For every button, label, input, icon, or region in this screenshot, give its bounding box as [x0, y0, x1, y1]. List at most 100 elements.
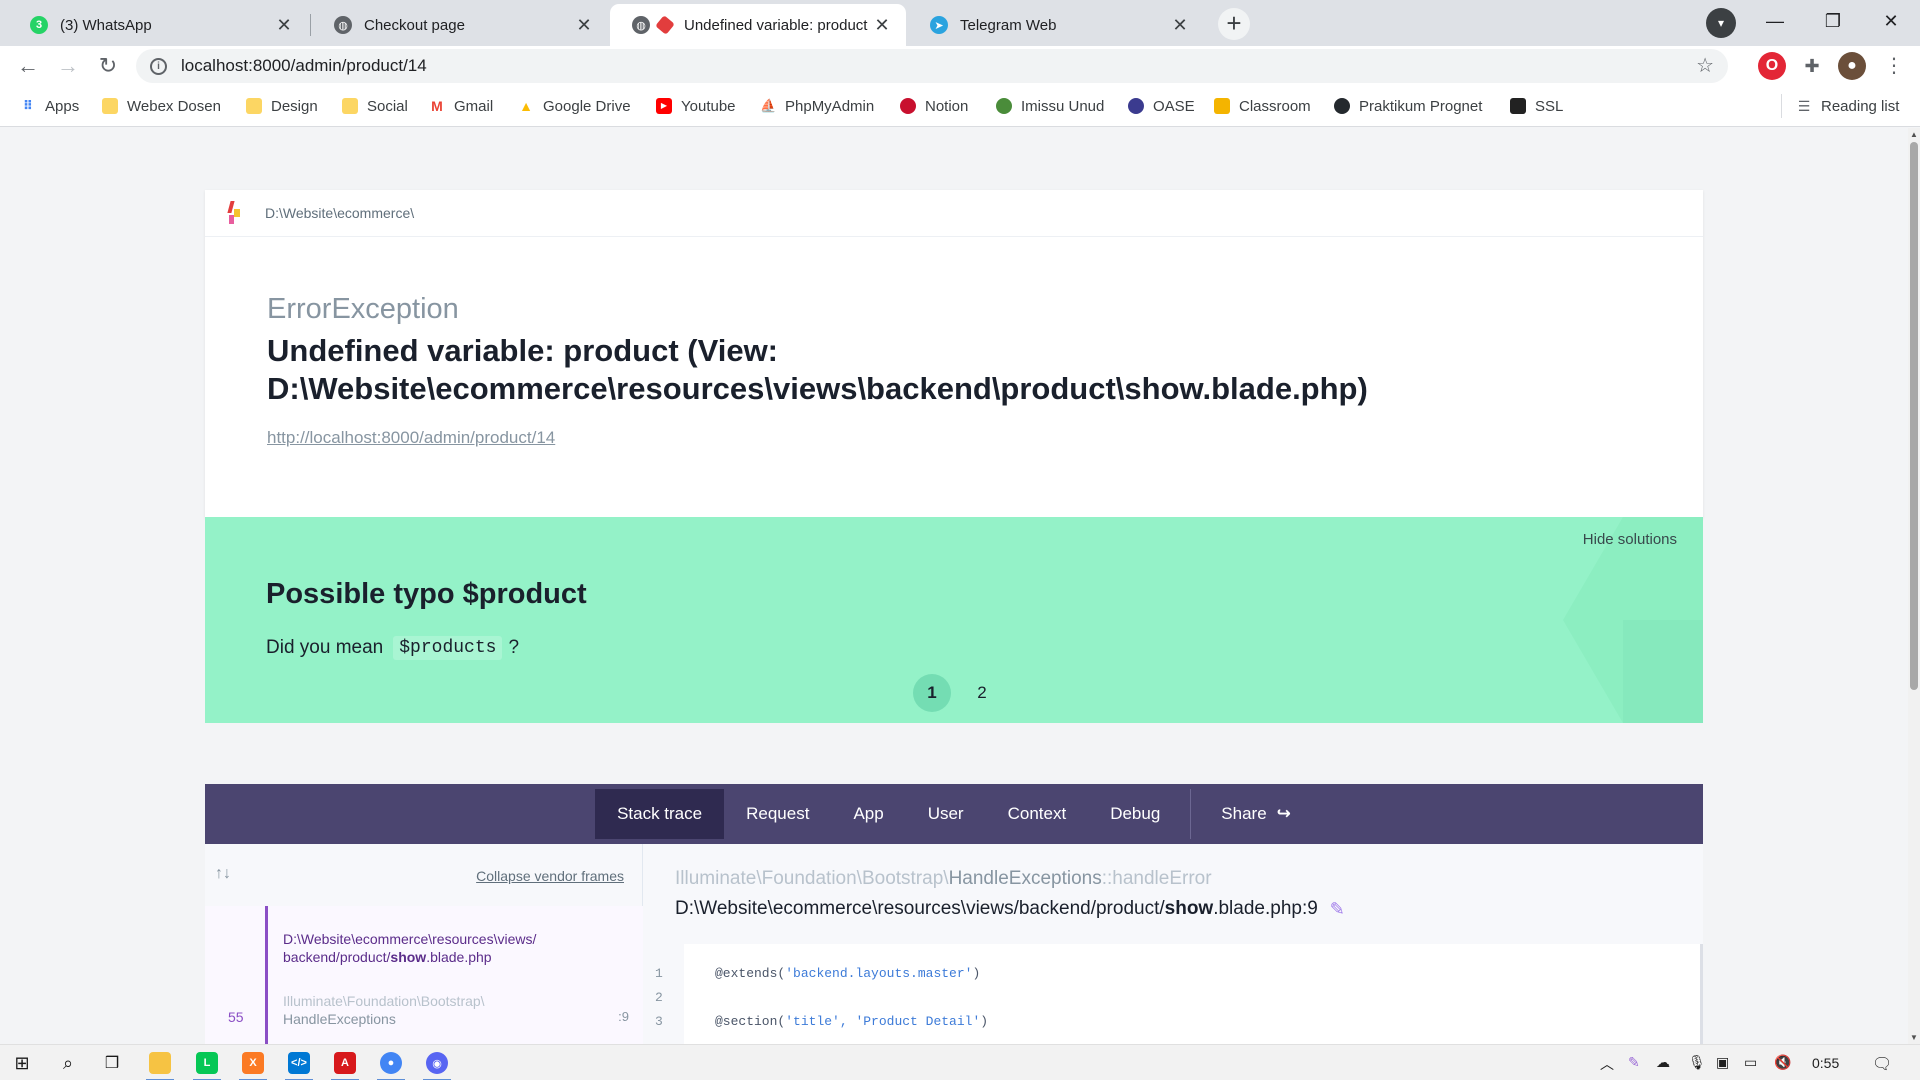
- code-snippet: 1 @extends('backend.layouts.master') 2 3…: [643, 944, 1703, 1044]
- bookmark-label: Notion: [925, 97, 969, 115]
- restore-icon[interactable]: ❐: [1810, 6, 1856, 36]
- scroll-up-icon[interactable]: ▲: [1910, 130, 1918, 139]
- tab-context[interactable]: Context: [986, 789, 1089, 839]
- tab-user[interactable]: User: [906, 789, 986, 839]
- bookmark-social[interactable]: Social: [342, 96, 408, 116]
- bookmark-imissu-unud[interactable]: Imissu Unud: [996, 96, 1104, 116]
- tab-request[interactable]: Request: [724, 789, 831, 839]
- google-drive-icon: ▲: [519, 98, 533, 114]
- vscode-icon[interactable]: </>: [285, 1049, 313, 1080]
- ssl-icon: [1510, 98, 1526, 114]
- nav-divider: [1190, 789, 1192, 839]
- close-icon[interactable]: ✕: [1170, 15, 1190, 36]
- battery-icon[interactable]: ▭: [1744, 1054, 1757, 1071]
- extensions-puzzle-icon[interactable]: ✚: [1798, 52, 1826, 80]
- reload-icon[interactable]: ↻: [92, 50, 124, 82]
- line-source: @extends('backend.layouts.master'): [715, 966, 980, 981]
- collapse-vendor-frames-button[interactable]: Collapse vendor frames: [476, 868, 624, 884]
- page-scrollbar[interactable]: ▲ ▼: [1908, 128, 1920, 1044]
- scrollbar-thumb[interactable]: [1910, 142, 1918, 690]
- site-info-icon[interactable]: i: [150, 57, 167, 75]
- project-path-bar: D:\Website\ecommerce\: [205, 190, 1703, 237]
- pen-icon[interactable]: ✎: [1628, 1054, 1640, 1071]
- acrobat-icon[interactable]: A: [331, 1049, 359, 1080]
- forward-icon[interactable]: →: [52, 50, 84, 82]
- onedrive-icon[interactable]: ☁: [1656, 1054, 1670, 1071]
- bookmark-apps[interactable]: ⠿ Apps: [20, 96, 79, 116]
- line-icon[interactable]: L: [193, 1049, 221, 1080]
- line-number: 2: [655, 990, 663, 1005]
- minimize-icon[interactable]: —: [1752, 6, 1798, 36]
- back-icon[interactable]: ←: [12, 50, 44, 82]
- scroll-down-icon[interactable]: ▼: [1910, 1033, 1918, 1042]
- paren: ): [980, 1014, 989, 1029]
- reading-list-icon: ☰: [1797, 98, 1811, 114]
- search-icon[interactable]: ⌕: [54, 1049, 82, 1077]
- pencil-edit-icon[interactable]: ✎: [1330, 899, 1345, 920]
- stack-frame-selected[interactable]: D:\Website\ecommerce\resources\views/ ba…: [205, 906, 643, 1044]
- address-bar[interactable]: i localhost:8000/admin/product/14 ☆: [136, 49, 1728, 83]
- bookmark-praktikum-prognet[interactable]: Praktikum Prognet: [1334, 96, 1482, 116]
- close-icon[interactable]: ✕: [574, 15, 594, 36]
- exception-class: ErrorException: [267, 293, 459, 325]
- solution-page-1[interactable]: 1: [913, 674, 951, 712]
- tray-overflow-icon[interactable]: ︿: [1600, 1054, 1614, 1074]
- close-icon[interactable]: ✕: [274, 15, 294, 36]
- request-url-link[interactable]: http://localhost:8000/admin/product/14: [267, 428, 555, 448]
- avatar[interactable]: ●: [1838, 52, 1866, 80]
- frame-path-ext: .blade.php: [426, 949, 492, 965]
- opera-extension-icon[interactable]: O: [1758, 52, 1786, 80]
- window-close-icon[interactable]: ✕: [1868, 6, 1914, 36]
- chrome-icon[interactable]: ●: [377, 1049, 405, 1080]
- tab-app[interactable]: App: [831, 789, 905, 839]
- tab-stack-trace[interactable]: Stack trace: [595, 789, 725, 839]
- whatsapp-icon: 3: [30, 16, 48, 34]
- frame-class: Illuminate\Foundation\Bootstrap\ HandleE…: [283, 992, 485, 1028]
- tab-error-active[interactable]: ◍ Undefined variable: product ( ✕: [610, 4, 906, 46]
- xampp-icon[interactable]: X: [239, 1049, 267, 1080]
- bookmark-phpmyadmin[interactable]: ⛵ PhpMyAdmin: [760, 96, 874, 116]
- frame-class-namespace: Illuminate\Foundation\Bootstrap\: [283, 993, 485, 1009]
- microphone-icon[interactable]: 🎙: [1688, 1054, 1706, 1071]
- bookmark-youtube[interactable]: ▶ Youtube: [656, 96, 736, 116]
- new-tab-button[interactable]: +: [1218, 8, 1250, 40]
- tab-whatsapp[interactable]: 3 (3) WhatsApp ✕: [8, 4, 308, 46]
- frame-path-filename: show: [390, 949, 427, 965]
- tab-checkout[interactable]: ◍ Checkout page ✕: [312, 4, 608, 46]
- bookmark-webex-dosen[interactable]: Webex Dosen: [102, 96, 221, 116]
- solution-panel: Hide solutions Possible typo $product Di…: [205, 517, 1703, 723]
- hide-solutions-button[interactable]: Hide solutions: [1583, 531, 1677, 548]
- menu-kebab-icon[interactable]: ⋮: [1880, 52, 1908, 80]
- windows-taskbar: ⊞ ⌕ ❒ L X </> A ● ◉ ︿ ✎ ☁ 🎙 ▣ ▭ 🔇 0:55 🗨: [0, 1044, 1920, 1080]
- reading-list-button[interactable]: ☰ Reading list: [1796, 96, 1900, 116]
- bookmark-oase[interactable]: OASE: [1128, 96, 1195, 116]
- task-view-icon[interactable]: ❒: [98, 1049, 126, 1077]
- close-icon[interactable]: ✕: [872, 15, 892, 36]
- network-icon[interactable]: ▣: [1716, 1054, 1729, 1071]
- frame-line: :9: [618, 1009, 629, 1024]
- bookmark-gmail[interactable]: M Gmail: [429, 96, 493, 116]
- bookmark-design[interactable]: Design: [246, 96, 318, 116]
- bookmark-ssl[interactable]: SSL: [1510, 96, 1563, 116]
- tab-debug[interactable]: Debug: [1088, 789, 1182, 839]
- bookmark-star-icon[interactable]: ☆: [1696, 53, 1714, 78]
- discord-icon[interactable]: ◉: [423, 1049, 451, 1080]
- file-explorer-icon[interactable]: [146, 1049, 174, 1080]
- oase-icon: [1128, 98, 1144, 114]
- bookmark-notion[interactable]: Notion: [900, 96, 968, 116]
- volume-muted-icon[interactable]: 🔇: [1774, 1054, 1791, 1071]
- start-icon[interactable]: ⊞: [8, 1049, 36, 1077]
- bookmark-classroom[interactable]: Classroom: [1214, 96, 1311, 116]
- frame-navigate-arrows-icon[interactable]: ↑↓: [215, 865, 231, 883]
- bookmarks-divider: [1781, 94, 1782, 118]
- bookmark-google-drive[interactable]: ▲ Google Drive: [518, 96, 630, 116]
- taskbar-clock[interactable]: 0:55: [1812, 1055, 1839, 1071]
- share-arrow-icon: ↪: [1276, 804, 1291, 823]
- solution-page-2[interactable]: 2: [963, 674, 1001, 712]
- notifications-icon[interactable]: 🗨: [1872, 1054, 1892, 1074]
- apps-grid-icon: ⠿: [22, 98, 34, 113]
- tab-search-icon[interactable]: ▾: [1706, 8, 1736, 38]
- share-button[interactable]: Share ↪: [1199, 789, 1313, 839]
- tab-telegram[interactable]: ➤ Telegram Web ✕: [908, 4, 1204, 46]
- code-file-name: show: [1164, 898, 1214, 919]
